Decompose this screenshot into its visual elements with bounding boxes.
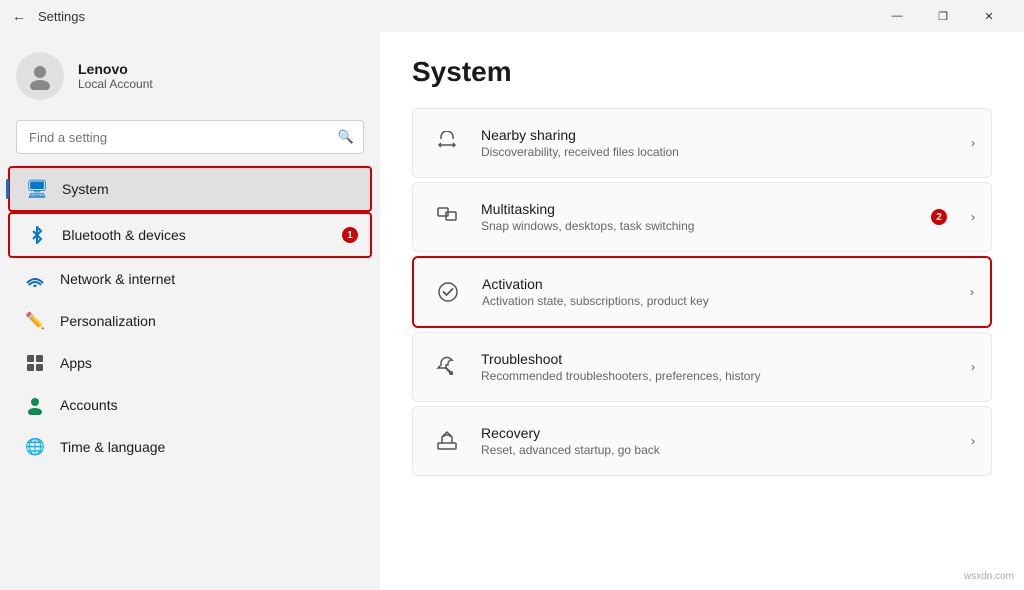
- titlebar-title: Settings: [38, 9, 874, 24]
- sidebar-item-label-time: Time & language: [60, 439, 165, 455]
- multitasking-desc: Snap windows, desktops, task switching: [481, 219, 971, 233]
- nearby-sharing-icon: [429, 125, 465, 161]
- troubleshoot-desc: Recommended troubleshooters, preferences…: [481, 369, 971, 383]
- sidebar-item-accounts[interactable]: Accounts: [8, 384, 372, 426]
- close-button[interactable]: ✕: [966, 0, 1012, 32]
- time-icon: 🌐: [24, 436, 46, 458]
- sidebar-item-label-accounts: Accounts: [60, 397, 118, 413]
- recovery-chevron: ›: [971, 434, 975, 448]
- search-bar: 🔍: [16, 120, 364, 154]
- setting-card-troubleshoot[interactable]: Troubleshoot Recommended troubleshooters…: [412, 332, 992, 402]
- troubleshoot-title: Troubleshoot: [481, 351, 971, 367]
- system-icon: 🖥: [26, 178, 48, 200]
- user-info: Lenovo Local Account: [78, 61, 153, 91]
- main-content: System Nearby sharing Discoverability, r…: [380, 32, 1024, 590]
- troubleshoot-text: Troubleshoot Recommended troubleshooters…: [481, 351, 971, 383]
- bluetooth-icon: [26, 224, 48, 246]
- search-icon: 🔍: [338, 129, 354, 145]
- network-icon: [24, 268, 46, 290]
- activation-desc: Activation state, subscriptions, product…: [482, 294, 970, 308]
- user-name: Lenovo: [78, 61, 153, 77]
- sidebar-item-label-bluetooth: Bluetooth & devices: [62, 227, 186, 243]
- personalization-icon: ✏️: [24, 310, 46, 332]
- minimize-button[interactable]: —: [874, 0, 920, 32]
- recovery-desc: Reset, advanced startup, go back: [481, 443, 971, 457]
- accounts-icon: [24, 394, 46, 416]
- sidebar-item-network[interactable]: Network & internet: [8, 258, 372, 300]
- sidebar-item-personalization[interactable]: ✏️ Personalization: [8, 300, 372, 342]
- sidebar-item-label-apps: Apps: [60, 355, 92, 371]
- recovery-text: Recovery Reset, advanced startup, go bac…: [481, 425, 971, 457]
- titlebar: ← Settings — ❐ ✕: [0, 0, 1024, 32]
- app-body: Lenovo Local Account 🔍 🖥 System Bluetoot…: [0, 32, 1024, 590]
- setting-card-recovery[interactable]: Recovery Reset, advanced startup, go bac…: [412, 406, 992, 476]
- search-input[interactable]: [16, 120, 364, 154]
- sidebar-item-bluetooth[interactable]: Bluetooth & devices 1: [8, 212, 372, 258]
- sidebar-item-label-network: Network & internet: [60, 271, 175, 287]
- window-controls: — ❐ ✕: [874, 0, 1012, 32]
- sidebar-item-system[interactable]: 🖥 System: [8, 166, 372, 212]
- user-account-type: Local Account: [78, 77, 153, 91]
- activation-icon: [430, 274, 466, 310]
- setting-card-nearby-sharing[interactable]: Nearby sharing Discoverability, received…: [412, 108, 992, 178]
- sidebar-item-time[interactable]: 🌐 Time & language: [8, 426, 372, 468]
- multitasking-chevron: ›: [971, 210, 975, 224]
- active-indicator: [6, 179, 9, 199]
- nearby-sharing-chevron: ›: [971, 136, 975, 150]
- page-title: System: [412, 56, 992, 88]
- sidebar: Lenovo Local Account 🔍 🖥 System Bluetoot…: [0, 32, 380, 590]
- nearby-sharing-text: Nearby sharing Discoverability, received…: [481, 127, 971, 159]
- recovery-title: Recovery: [481, 425, 971, 441]
- nearby-sharing-title: Nearby sharing: [481, 127, 971, 143]
- activation-text: Activation Activation state, subscriptio…: [482, 276, 970, 308]
- troubleshoot-icon: [429, 349, 465, 385]
- multitasking-text: Multitasking Snap windows, desktops, tas…: [481, 201, 971, 233]
- bluetooth-badge: 1: [342, 227, 358, 243]
- avatar: [16, 52, 64, 100]
- setting-card-activation[interactable]: Activation Activation state, subscriptio…: [412, 256, 992, 328]
- sidebar-item-label-personalization: Personalization: [60, 313, 156, 329]
- nearby-sharing-desc: Discoverability, received files location: [481, 145, 971, 159]
- apps-icon: [24, 352, 46, 374]
- setting-card-multitasking[interactable]: Multitasking Snap windows, desktops, tas…: [412, 182, 992, 252]
- maximize-button[interactable]: ❐: [920, 0, 966, 32]
- activation-chevron: ›: [970, 285, 974, 299]
- multitasking-icon: [429, 199, 465, 235]
- troubleshoot-chevron: ›: [971, 360, 975, 374]
- sidebar-item-apps[interactable]: Apps: [8, 342, 372, 384]
- sidebar-item-label-system: System: [62, 181, 109, 197]
- multitasking-title: Multitasking: [481, 201, 971, 217]
- activation-title: Activation: [482, 276, 970, 292]
- recovery-icon: [429, 423, 465, 459]
- user-profile[interactable]: Lenovo Local Account: [0, 32, 380, 116]
- back-button[interactable]: ←: [12, 8, 26, 24]
- multitasking-badge: 2: [931, 209, 947, 225]
